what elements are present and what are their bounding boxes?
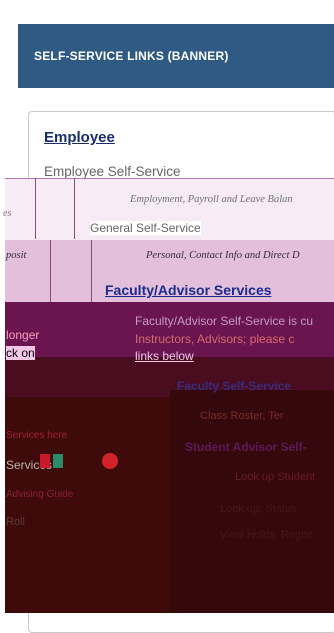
advisor-sub-description: View Holds, Regist — [220, 529, 313, 541]
advisor-sub-description: Look up Student — [235, 471, 316, 483]
glitch-block — [53, 454, 63, 468]
fragment-text: Advising Guide — [6, 489, 74, 500]
glitched-table-overlay: es Employment, Payroll and Leave Balan G… — [3, 178, 334, 613]
fragment-text: es — [3, 208, 12, 219]
faculty-links-note: links below — [135, 349, 194, 363]
employee-self-service-link[interactable]: Employee Self-Service — [44, 164, 181, 179]
fragment-text: posit — [6, 250, 27, 261]
dark-panel — [170, 390, 334, 613]
faculty-sub-description: Class Roster, Ter — [200, 410, 284, 422]
fragment-text: ck on — [6, 346, 35, 360]
section-title: SELF-SERVICE LINKS (BANNER) — [34, 49, 229, 63]
divider — [50, 240, 51, 302]
divider — [91, 240, 92, 302]
faculty-description: Instructors, Advisors; please c — [135, 332, 295, 346]
fragment-text: longer — [6, 328, 40, 342]
general-self-service-link[interactable]: General Self-Service — [90, 221, 201, 235]
faculty-description: Faculty/Advisor Self-Service is cu — [135, 314, 314, 328]
glitch-dot — [102, 453, 118, 469]
glitch-block — [40, 454, 50, 468]
fragment-text: Services here — [6, 430, 68, 441]
student-advisor-link[interactable]: Student Advisor Self- — [185, 440, 307, 454]
divider — [74, 178, 75, 239]
employee-description: Employment, Payroll and Leave Balan — [130, 194, 293, 205]
employee-link[interactable]: Employee — [44, 129, 115, 146]
fragment-text: Roll — [6, 516, 25, 528]
general-description: Personal, Contact Info and Direct D — [146, 250, 300, 261]
faculty-advisor-link[interactable]: Faculty/Advisor Services — [105, 282, 272, 298]
advisor-sub-description: Look up, Status — [220, 503, 297, 515]
section-header: SELF-SERVICE LINKS (BANNER) — [18, 24, 334, 88]
divider — [35, 178, 36, 239]
faculty-self-service-link[interactable]: Faculty Self-Service — [177, 379, 291, 393]
